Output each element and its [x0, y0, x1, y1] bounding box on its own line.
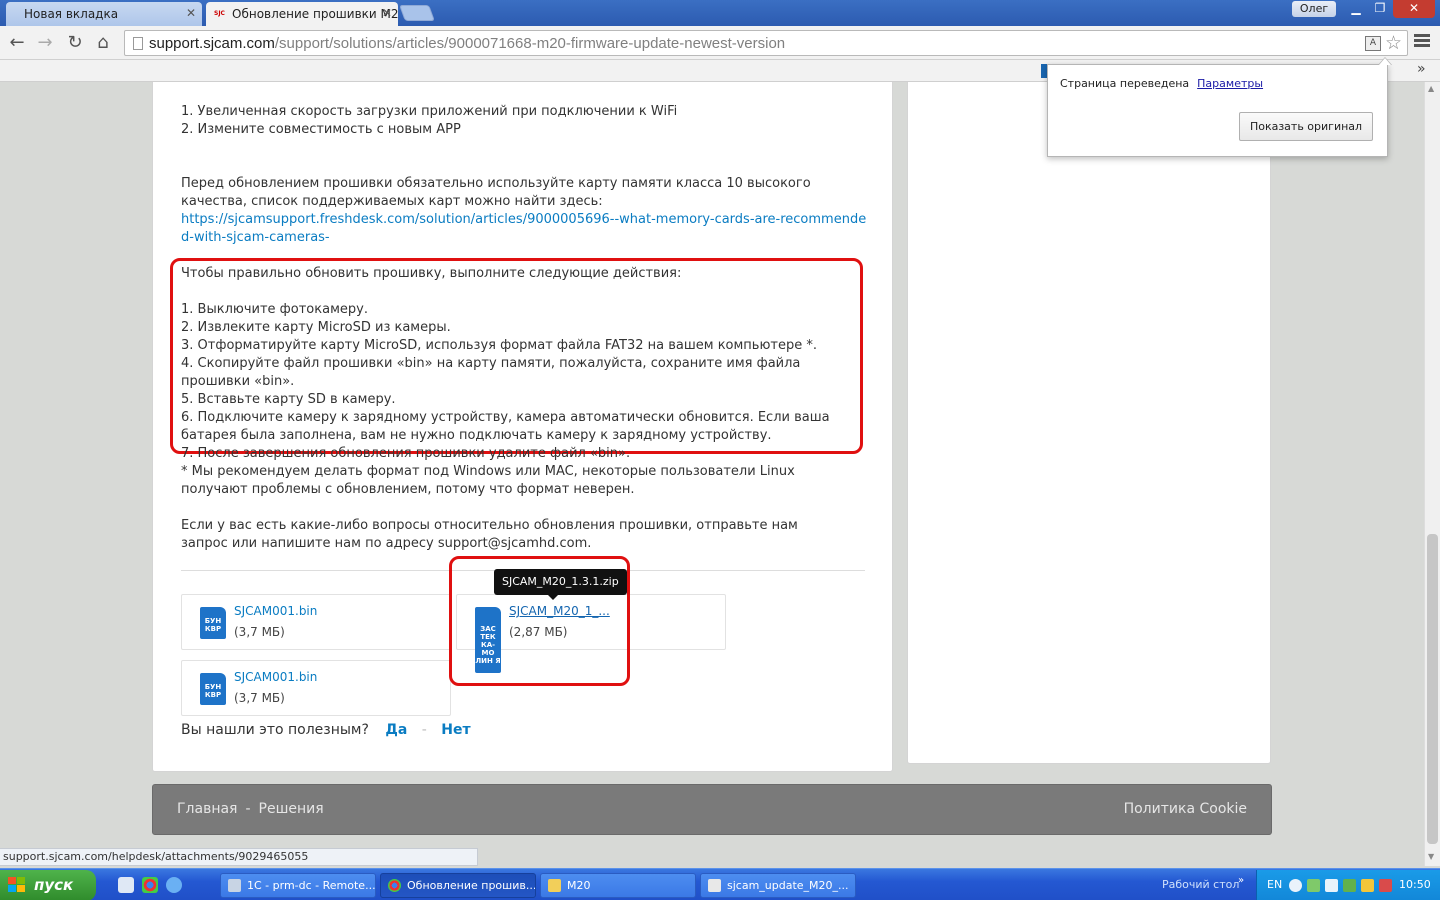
taskbar-item-remote[interactable]: 1C - prm-dc - Remote... — [220, 873, 376, 898]
helpful-yes-link[interactable]: Да — [385, 722, 407, 738]
attachment-size: (3,7 МБ) — [234, 625, 285, 639]
tab-new-tab[interactable]: Новая вкладка ✕ — [6, 2, 202, 26]
system-tray: EN 10:50 — [1256, 870, 1440, 900]
footer-solutions-link[interactable]: Решения — [259, 801, 324, 817]
tray-app-icon[interactable] — [1307, 879, 1320, 892]
changes-list: 1. Увеличенная скорость загрузки приложе… — [181, 103, 861, 139]
memory-card-link[interactable]: https://sjcamsupport.freshdesk.com/solut… — [181, 211, 871, 247]
helpful-separator: - — [421, 722, 427, 738]
tray-app-icon[interactable] — [1343, 879, 1356, 892]
chrome-icon[interactable] — [142, 877, 158, 893]
internet-explorer-icon[interactable] — [166, 877, 182, 893]
memory-card-note: Перед обновлением прошивки обязательно и… — [181, 175, 866, 247]
new-tab-button[interactable] — [399, 5, 435, 21]
tab-strip: Новая вкладка ✕ SJC Обновление прошивки … — [0, 0, 1440, 26]
translate-icon[interactable]: A — [1365, 36, 1381, 51]
scroll-up-icon[interactable]: ▲ — [1428, 84, 1434, 93]
minimize-icon[interactable]: ▁ — [1345, 0, 1367, 18]
translate-message: Страница переведена — [1060, 77, 1190, 90]
close-window-icon[interactable]: ✕ — [1393, 0, 1435, 18]
translate-popup: Страница переведена Параметры Показать ор… — [1047, 57, 1392, 157]
chrome-menu-icon[interactable] — [1414, 34, 1430, 50]
home-icon[interactable]: ⌂ — [92, 32, 114, 54]
network-icon[interactable] — [1379, 879, 1392, 892]
url-text[interactable]: support.sjcam.com/support/solutions/arti… — [149, 35, 785, 52]
attachment-size: (3,7 МБ) — [234, 691, 285, 705]
change-item: 2. Измените совместимость с новым APP — [181, 122, 461, 137]
chrome-icon — [388, 879, 401, 892]
show-original-button[interactable]: Показать оригинал — [1239, 112, 1373, 141]
cloud-icon[interactable] — [1325, 879, 1338, 892]
tab-title: Обновление прошивки M20 — [232, 7, 398, 21]
status-url-bubble: support.sjcam.com/helpdesk/attachments/9… — [0, 848, 478, 866]
folder-icon — [548, 879, 561, 892]
tray-expand-icon[interactable] — [1289, 879, 1302, 892]
helpful-prompt: Вы нашли это полезным? Да - Нет — [181, 722, 471, 738]
archive-icon — [708, 879, 721, 892]
contact-note: Если у вас есть какие-либо вопросы относ… — [181, 518, 798, 551]
taskbar-item-chrome[interactable]: Обновление прошив... — [380, 873, 536, 898]
step-item: 1. Выключите фотокамеру. — [181, 302, 368, 317]
scroll-thumb[interactable] — [1427, 534, 1438, 844]
maximize-icon[interactable]: ❐ — [1369, 0, 1391, 18]
taskbar-item-archive[interactable]: sjcam_update_M20_... — [700, 873, 856, 898]
bin-file-icon: БУН КВР — [200, 607, 226, 639]
change-item: 1. Увеличенная скорость загрузки приложе… — [181, 104, 678, 119]
scroll-down-icon[interactable]: ▼ — [1428, 852, 1434, 861]
forward-arrow-icon[interactable]: → — [34, 32, 56, 54]
step-item: 5. Вставьте карту SD в камеру. — [181, 392, 396, 407]
footer-home-link[interactable]: Главная — [177, 801, 237, 817]
steps-block: Чтобы правильно обновить прошивку, выпол… — [181, 265, 857, 463]
tab-close-icon[interactable]: ✕ — [186, 6, 196, 20]
desktop-toolbar-label[interactable]: Рабочий стол — [1162, 878, 1239, 891]
footer-breadcrumb: Главная - Решения — [177, 801, 324, 817]
address-bar[interactable]: support.sjcam.com/support/solutions/arti… — [124, 30, 1408, 56]
step-item: 6. Подключите камеру к зарядному устройс… — [181, 410, 830, 443]
profile-button[interactable]: Олег — [1292, 1, 1336, 17]
attachment-tooltip: SJCAM_M20_1.3.1.zip — [494, 569, 627, 600]
attachment-card[interactable]: БУН КВР SJCAM001.bin (3,7 МБ) — [181, 594, 451, 650]
back-arrow-icon[interactable]: ← — [6, 32, 28, 54]
windows-taskbar: пуск 1C - prm-dc - Remote... Обновление … — [0, 868, 1440, 900]
chevron-icon[interactable]: » — [1238, 875, 1244, 886]
bookmark-star-icon[interactable]: ☆ — [1385, 32, 1402, 54]
tab-firmware-update[interactable]: SJC Обновление прошивки M20 ✕ — [206, 2, 398, 26]
bookmarks-chevron-icon[interactable]: » — [1417, 61, 1426, 77]
show-desktop-icon[interactable] — [118, 877, 134, 893]
page-icon — [133, 37, 143, 50]
bin-file-icon: БУН КВР — [200, 673, 226, 705]
attachment-link[interactable]: SJCAM001.bin — [234, 670, 317, 684]
page-scrollbar[interactable]: ▲ ▼ — [1424, 82, 1440, 866]
shield-icon[interactable] — [1361, 879, 1374, 892]
step-item: 4. Скопируйте файл прошивки «bin» на кар… — [181, 356, 801, 389]
translate-settings-link[interactable]: Параметры — [1197, 77, 1263, 90]
language-indicator[interactable]: EN — [1267, 878, 1282, 891]
step-item: 2. Извлеките карту MicroSD из камеры. — [181, 320, 451, 335]
format-note: * Мы рекомендуем делать формат под Windo… — [181, 464, 795, 497]
page-viewport: 1. Увеличенная скорость загрузки приложе… — [0, 82, 1424, 848]
start-button[interactable]: пуск — [0, 870, 96, 900]
tab-title: Новая вкладка — [24, 7, 119, 21]
attachment-card[interactable]: БУН КВР SJCAM001.bin (3,7 МБ) — [181, 660, 451, 716]
tab-close-icon[interactable]: ✕ — [382, 6, 392, 20]
steps-intro: Чтобы правильно обновить прошивку, выпол… — [181, 266, 682, 281]
reload-icon[interactable]: ↻ — [64, 32, 86, 54]
windows-logo-icon — [8, 877, 26, 893]
browser-toolbar: ← → ↻ ⌂ support.sjcam.com/support/soluti… — [0, 26, 1440, 60]
footer-cookie-link[interactable]: Политика Cookie — [1124, 801, 1247, 817]
step-item: 3. Отформатируйте карту MicroSD, использ… — [181, 338, 817, 353]
site-footer: Главная - Решения Политика Cookie — [152, 784, 1272, 835]
sjcam-favicon-icon: SJC — [214, 10, 225, 17]
step-item: 7. После завершения обновления прошивки … — [181, 446, 631, 461]
attachment-link[interactable]: SJCAM001.bin — [234, 604, 317, 618]
helpful-question: Вы нашли это полезным? — [181, 722, 369, 738]
taskbar-item-folder[interactable]: M20 — [540, 873, 696, 898]
clock: 10:50 — [1399, 878, 1431, 891]
sidebar-panel — [907, 82, 1271, 764]
helpful-no-link[interactable]: Нет — [441, 722, 470, 738]
remote-desktop-icon — [228, 879, 241, 892]
